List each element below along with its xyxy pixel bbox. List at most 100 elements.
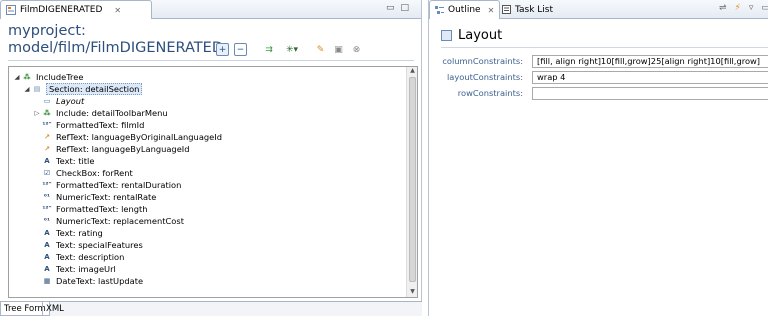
minimize-icon[interactable]: ▭	[386, 3, 395, 13]
editor-pane: FilmDIGENERATED ✕ ▭ □ myproject: model/f…	[0, 0, 422, 316]
tab-task-list-label: Task List	[515, 4, 554, 15]
tree-item[interactable]: A Text: title	[33, 155, 94, 167]
tree-item-label: Layout	[56, 96, 85, 106]
tree-item[interactable]: ¹²″ FormattedText: length	[33, 203, 148, 215]
property-row-layout-constraints: layoutConstraints: wrap 4	[429, 71, 768, 84]
expand-toggle-icon[interactable]: ◢	[13, 73, 21, 81]
outline-pane: Outline ✕ Task List ⇌ ⚡ ▿ ▭ □ Layout col…	[428, 0, 768, 316]
tree-item[interactable]: ▦ DateText: lastUpdate	[33, 275, 143, 287]
layout-title-text: Layout	[458, 28, 503, 43]
tree-item[interactable]: ⁰¹ NumericText: replacementCost	[33, 215, 184, 227]
text-icon: A	[44, 241, 50, 249]
expand-toggle-icon[interactable]: ◢	[23, 85, 31, 93]
scroll-thumb[interactable]	[409, 77, 416, 282]
tree-item[interactable]: ☑ CheckBox: forRent	[33, 167, 133, 179]
generate-icon[interactable]: ⇉	[260, 43, 278, 56]
collapse-all-icon[interactable]: −	[234, 43, 247, 56]
property-row-row-constraints: rowConstraints:	[429, 87, 768, 100]
tree-item-label: Text: specialFeatures	[56, 240, 143, 250]
tree-item-label: FormattedText: length	[56, 204, 148, 214]
tree-item[interactable]: ▷ ⁂ Include: detailToolbarMenu	[33, 107, 168, 119]
property-label: layoutConstraints:	[446, 72, 523, 82]
text-icon: A	[44, 157, 50, 165]
project-name: myproject:	[8, 23, 86, 39]
property-label: columnConstraints:	[442, 56, 523, 66]
property-row-column-constraints: columnConstraints: [fill, align right]10…	[429, 55, 768, 68]
maximize-icon[interactable]: □	[401, 3, 410, 13]
tree-item[interactable]: A Text: rating	[33, 227, 103, 239]
tree-item-label: FormattedText: rentalDuration	[56, 180, 182, 190]
tree-item[interactable]: ↗ RefText: languageByOriginalLanguageId	[33, 131, 222, 143]
outline-separator	[441, 47, 768, 48]
expand-all-icon[interactable]: +	[216, 43, 229, 56]
scroll-up-icon[interactable]: ▲	[407, 67, 417, 76]
outline-tab-bar: Outline ✕ Task List ⇌ ⚡ ▿ ▭ □	[429, 0, 768, 19]
reftext-icon: ↗	[44, 145, 50, 153]
tree-item[interactable]: ¹²″ FormattedText: rentalDuration	[33, 179, 181, 191]
formatted-text-icon: ¹²″	[42, 121, 52, 129]
tree-item[interactable]: A Text: specialFeatures	[33, 239, 143, 251]
form-path: model/film/FilmDIGENERATED	[8, 40, 223, 56]
reftext-icon: ↗	[44, 133, 50, 141]
editor-bottom-tabs: Tree Form XML	[0, 301, 422, 316]
close-icon[interactable]: ✕	[488, 6, 495, 15]
view-menu-icon[interactable]: ▿	[749, 3, 754, 13]
tab-task-list[interactable]: Task List	[497, 0, 558, 19]
tree-item[interactable]: ▭ Layout	[33, 95, 85, 107]
scroll-down-icon[interactable]: ▼	[407, 288, 417, 297]
tree-item[interactable]: ◢ ⁂ IncludeTree	[13, 71, 84, 83]
expand-toggle-icon[interactable]: ▷	[33, 109, 41, 117]
tree-item[interactable]: ◢ ▤ Section: detailSection	[23, 83, 143, 95]
form-file-icon	[6, 5, 16, 15]
tree-item[interactable]: A Text: description	[33, 251, 124, 263]
task-list-icon	[502, 5, 511, 14]
date-text-icon: ▦	[43, 277, 51, 285]
outline-icon	[435, 5, 444, 14]
tree-item[interactable]: A Text: imageUrl	[33, 263, 116, 275]
tab-xml[interactable]: XML	[42, 302, 67, 316]
layout-constraints-field[interactable]: wrap 4	[532, 71, 768, 84]
tree-item-label: Section: detailSection	[46, 83, 143, 95]
tree-item-label: Include: detailToolbarMenu	[56, 108, 168, 118]
filter-icon[interactable]: ⇌	[719, 3, 727, 13]
tree-item-label: NumericText: replacementCost	[56, 216, 184, 226]
header-separator	[8, 60, 414, 61]
tab-outline[interactable]: Outline ✕	[429, 0, 501, 19]
include-icon: ⁂	[23, 73, 31, 81]
tab-outline-label: Outline	[448, 5, 481, 15]
edit-icon[interactable]: ✎	[314, 43, 327, 56]
save-icon[interactable]: ▣	[332, 43, 345, 56]
tree-scrollbar[interactable]: ▲ ▼	[406, 67, 417, 297]
include-icon: ⁂	[43, 109, 51, 117]
tree-item-label: RefText: languageByLanguageId	[56, 144, 190, 154]
numeric-text-icon: ⁰¹	[43, 193, 51, 201]
text-icon: A	[44, 229, 50, 237]
formatted-text-icon: ¹²″	[42, 205, 52, 213]
editor-tab[interactable]: FilmDIGENERATED ✕	[0, 0, 152, 19]
section-icon: ▤	[33, 85, 41, 93]
layout-icon	[441, 30, 452, 41]
form-tree[interactable]: ▲ ▼ ◢ ⁂ IncludeTree ◢ ▤ Section: detailSectio…	[8, 66, 418, 298]
tree-item-label: NumericText: rentalRate	[56, 192, 157, 202]
tree-item-label: CheckBox: forRent	[56, 168, 133, 178]
formatted-text-icon: ¹²″	[42, 181, 52, 189]
row-constraints-field[interactable]	[532, 87, 768, 100]
text-icon: A	[44, 253, 50, 261]
delete-icon[interactable]: ⊗	[350, 43, 363, 56]
tree-item[interactable]: ¹²″ FormattedText: filmId	[33, 119, 144, 131]
property-label: rowConstraints:	[457, 88, 523, 98]
editor-toolbar: + − ⇉ ✳▾ ✎ ▣ ⊗	[216, 43, 363, 56]
text-icon: A	[44, 265, 50, 273]
tree-item-label: DateText: lastUpdate	[56, 276, 144, 286]
layout-icon: ▭	[43, 97, 51, 105]
tree-item[interactable]: ↗ RefText: languageByLanguageId	[33, 143, 190, 155]
link-icon[interactable]: ⚡	[735, 3, 741, 13]
layout-title: Layout	[441, 28, 502, 43]
tree-item[interactable]: ⁰¹ NumericText: rentalRate	[33, 191, 156, 203]
column-constraints-field[interactable]: [fill, align right]10[fill,grow]25[align…	[532, 55, 768, 68]
add-element-icon[interactable]: ✳▾	[283, 43, 301, 56]
editor-tab-bar: FilmDIGENERATED ✕ ▭ □	[0, 0, 421, 19]
outline-toolbar: ⇌ ⚡ ▿ ▭ □	[719, 3, 768, 13]
minimize-icon[interactable]: ▭	[761, 3, 768, 13]
close-icon[interactable]: ✕	[114, 6, 121, 15]
